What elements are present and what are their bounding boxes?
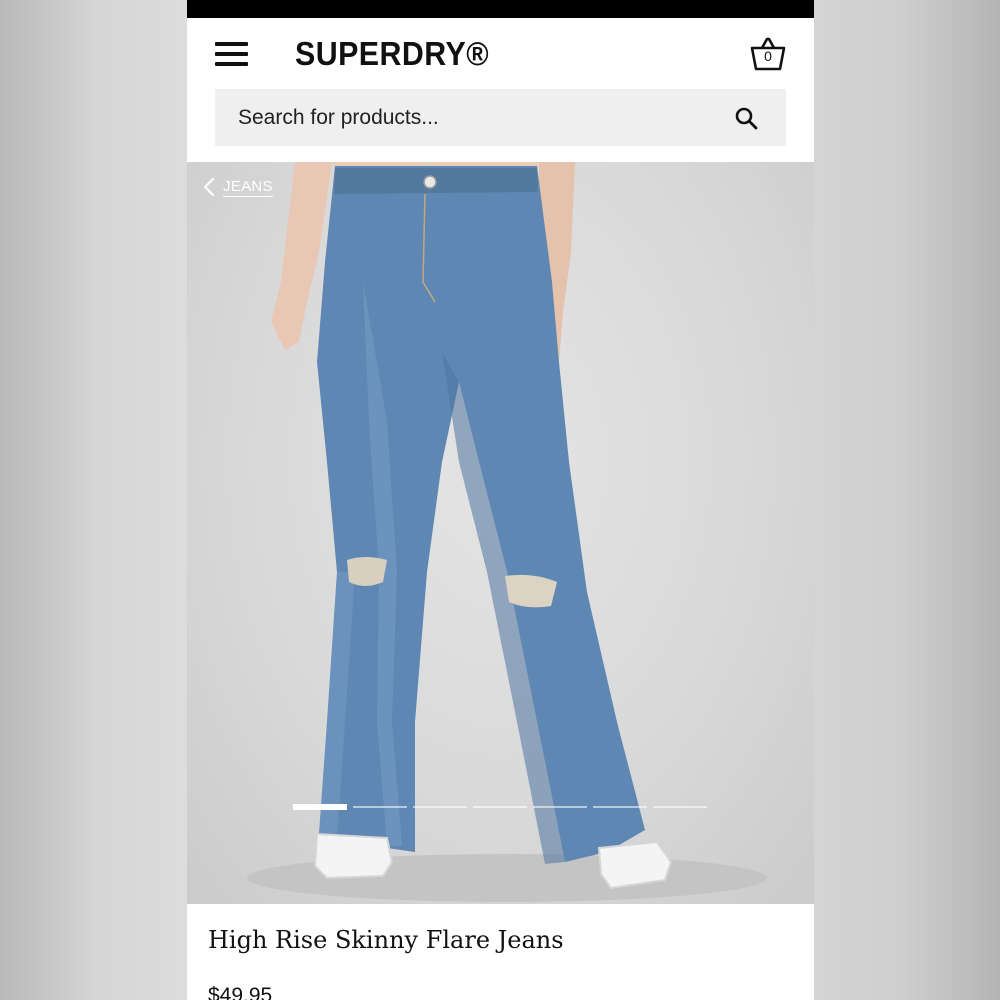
brand-logo[interactable]: SUPERDRY®	[295, 34, 489, 74]
gallery-dot[interactable]	[413, 806, 467, 808]
hamburger-icon-line	[215, 62, 248, 66]
site-header: SUPERDRY® 0 Search for products...	[187, 18, 814, 162]
gallery-dot[interactable]	[353, 806, 407, 808]
breadcrumb-label: JEANS	[223, 177, 273, 197]
basket-button[interactable]: 0	[750, 36, 786, 72]
gallery-dot[interactable]	[533, 806, 587, 808]
breadcrumb-back-link[interactable]: JEANS	[203, 174, 273, 200]
hamburger-icon-line	[215, 42, 248, 46]
status-bar	[187, 0, 814, 18]
gallery-dot[interactable]	[593, 806, 647, 808]
search-input[interactable]: Search for products...	[215, 89, 786, 146]
gallery-pagination	[293, 804, 709, 810]
mobile-page: SUPERDRY® 0 Search for products... JEANS…	[187, 0, 814, 1000]
gallery-dot[interactable]	[653, 806, 707, 808]
basket-count: 0	[764, 48, 772, 64]
product-image[interactable]: JEANS	[187, 162, 814, 904]
chevron-left-icon	[203, 177, 215, 197]
gallery-dot[interactable]	[473, 806, 527, 808]
menu-button[interactable]	[215, 40, 249, 68]
search-icon[interactable]	[734, 106, 758, 130]
search-placeholder: Search for products...	[238, 106, 439, 129]
hamburger-icon-line	[215, 52, 248, 56]
gallery-dot[interactable]	[293, 804, 347, 810]
product-price: $49.95	[208, 984, 273, 1000]
product-title: High Rise Skinny Flare Jeans	[208, 926, 564, 954]
jeans-photo	[247, 162, 767, 902]
